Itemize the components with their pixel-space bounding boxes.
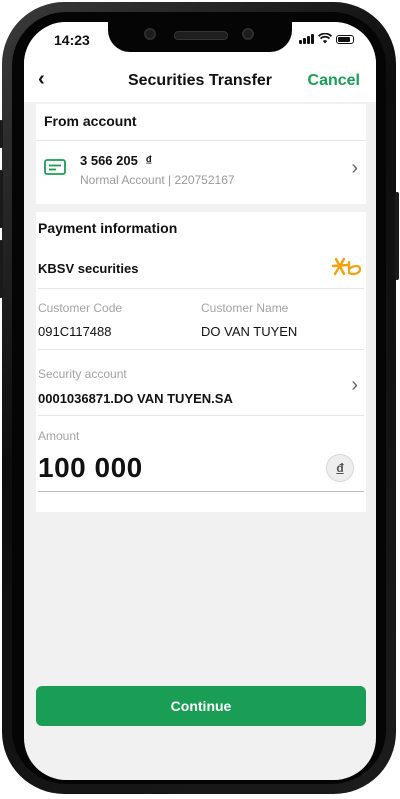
from-account-label: From account [44, 113, 137, 129]
chevron-right-icon: › [351, 374, 358, 396]
status-time: 14:23 [54, 32, 90, 48]
screen: 14:23 ‹ Securities Transfer Cancel From … [24, 22, 376, 780]
speaker-grille [174, 31, 228, 40]
sensor-icon [144, 28, 156, 40]
signal-icon [299, 34, 314, 44]
provider-name: KBSV securities [38, 261, 139, 276]
customer-code-value: 091C117488 [38, 324, 112, 339]
mute-switch [0, 120, 3, 148]
cancel-button[interactable]: Cancel [308, 72, 360, 90]
card-icon [44, 159, 66, 175]
payment-info-label: Payment information [38, 220, 178, 236]
power-button [395, 192, 399, 280]
security-account-value: 0001036871.DO VAN TUYEN.SA [38, 391, 233, 406]
account-balance: 3 566 205 ₫ [80, 153, 152, 168]
battery-icon [336, 35, 354, 44]
volume-up-button [0, 170, 3, 228]
divider [38, 288, 364, 289]
customer-name-value: DO VAN TUYEN [201, 324, 298, 339]
currency-symbol: ₫ [145, 153, 153, 168]
customer-name-label: Customer Name [201, 301, 289, 315]
amount-underline [38, 491, 364, 492]
amount-input[interactable]: 100 000 [38, 452, 143, 484]
status-icons [299, 33, 354, 44]
camera-icon [242, 28, 254, 40]
balance-value: 3 566 205 [80, 153, 138, 168]
notch [108, 22, 292, 52]
divider [36, 140, 366, 141]
customer-code-label: Customer Code [38, 301, 123, 315]
divider [38, 415, 364, 416]
security-account-label: Security account [38, 367, 127, 381]
chevron-right-icon: › [351, 157, 358, 179]
wifi-icon [318, 33, 332, 44]
currency-button[interactable]: đ [326, 454, 354, 482]
divider [38, 349, 364, 350]
continue-button[interactable]: Continue [36, 686, 366, 726]
phone-frame: 14:23 ‹ Securities Transfer Cancel From … [0, 2, 399, 794]
volume-down-button [0, 240, 3, 298]
account-subtitle: Normal Account | 220752167 [80, 173, 235, 187]
amount-label: Amount [38, 429, 80, 443]
kbsv-logo [332, 257, 362, 276]
nav-header: ‹ Securities Transfer Cancel [24, 60, 376, 102]
